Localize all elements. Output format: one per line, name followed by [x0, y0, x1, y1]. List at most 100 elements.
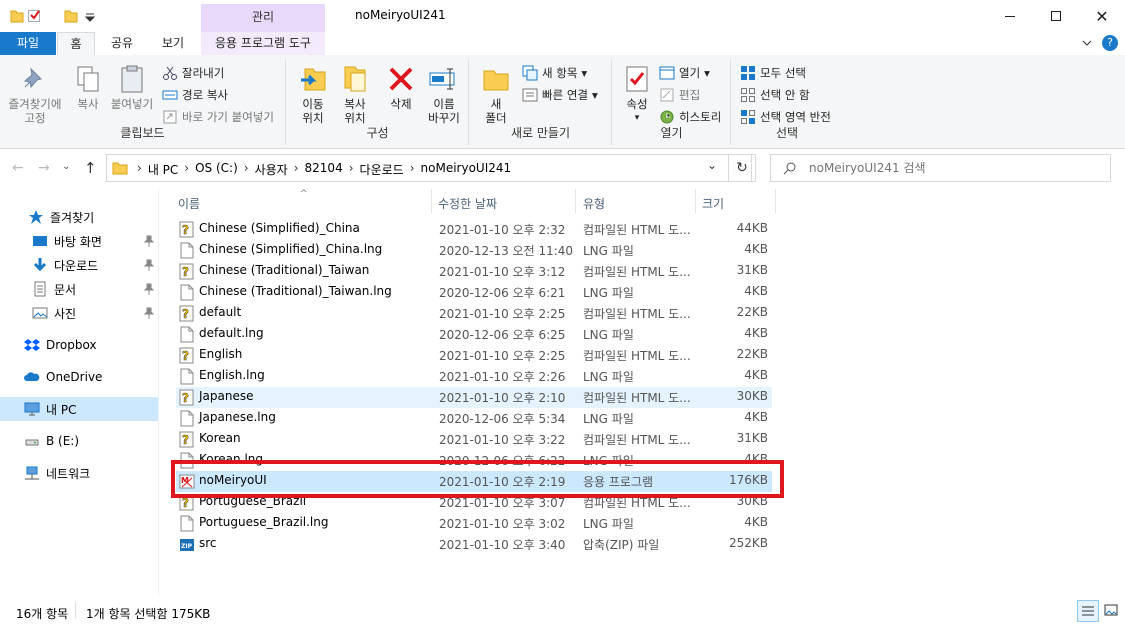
download-icon — [32, 257, 48, 273]
breadcrumb-users[interactable]: 사용자 — [255, 161, 288, 178]
open-icon — [659, 65, 675, 81]
minimize-button[interactable] — [987, 0, 1033, 32]
edit-button[interactable]: 편집 — [659, 85, 700, 105]
refresh-icon[interactable]: ↻ — [728, 154, 756, 182]
back-arrow-icon[interactable]: ← — [12, 160, 24, 176]
star-icon — [28, 209, 44, 225]
column-header-date[interactable]: 수정한 날짜 — [432, 189, 576, 213]
new-folder-button[interactable]: 새 폴더 — [478, 63, 514, 125]
file-name: Japanese.lng — [199, 410, 276, 424]
folder-icon[interactable] — [10, 8, 24, 24]
tab-file[interactable]: 파일 — [0, 32, 56, 56]
file-row[interactable]: Japanese.lng 2020-12-06 오후 5:34 LNG 파일 4KB — [176, 408, 772, 429]
file-type: LNG 파일 — [583, 244, 634, 258]
file-date: 2021-01-10 오후 2:25 — [439, 307, 566, 321]
file-row[interactable]: Chinese (Simplified)_China.lng 2020-12-13… — [176, 240, 772, 261]
breadcrumb-this-pc[interactable]: 내 PC — [148, 161, 178, 178]
file-row[interactable]: ? English 2021-01-10 오후 2:25 컴파일된 HTML 도...… — [176, 345, 772, 366]
select-none-button[interactable]: 선택 안 함 — [740, 85, 810, 105]
nav-drive-e[interactable]: B (E:) — [0, 429, 158, 453]
pin-icon — [143, 307, 155, 319]
open-group: 속성 ▾ 열기 ▾ 편집 히스토리 열기 — [613, 59, 731, 145]
copy-path-button[interactable]: 경로 복사 — [162, 85, 228, 105]
paste-shortcut-icon — [162, 109, 178, 125]
chevron-down-icon[interactable] — [1080, 36, 1094, 50]
file-row[interactable]: ? Japanese 2021-01-10 오후 2:10 컴파일된 HTML 도..… — [176, 387, 772, 408]
large-icons-view-button[interactable] — [1101, 601, 1121, 621]
customize-quick-access-icon[interactable] — [84, 11, 96, 27]
cloud-icon — [24, 369, 40, 385]
breadcrumb-os-c[interactable]: OS (C:) — [195, 161, 238, 178]
address-bar[interactable]: › 내 PC › OS (C:) › 사용자 › 82104 › 다운로드 › … — [106, 154, 752, 182]
help-icon[interactable]: ? — [1102, 35, 1118, 51]
nav-downloads[interactable]: 다운로드 — [0, 253, 158, 277]
details-view-button[interactable] — [1077, 600, 1099, 622]
file-row[interactable]: default.lng 2020-12-06 오후 6:25 LNG 파일 4KB — [176, 324, 772, 345]
tab-view[interactable]: 보기 — [150, 32, 196, 56]
properties-button[interactable]: 속성 ▾ — [617, 63, 657, 125]
file-size: 22KB — [736, 305, 768, 319]
breadcrumb-current[interactable]: noMeiryoUI241 — [421, 161, 512, 178]
nav-pictures[interactable]: 사진 — [0, 301, 158, 325]
file-row[interactable]: ? Chinese (Traditional)_Taiwan 2021-01-10 … — [176, 261, 772, 282]
file-row[interactable]: Chinese (Traditional)_Taiwan.lng 2020-12-… — [176, 282, 772, 303]
file-row[interactable]: English.lng 2021-01-10 오후 2:26 LNG 파일 4KB — [176, 366, 772, 387]
rename-label: 이름 바꾸기 — [428, 97, 460, 125]
tab-share[interactable]: 공유 — [100, 32, 144, 56]
nav-dropbox[interactable]: Dropbox — [0, 333, 158, 357]
search-box[interactable] — [770, 154, 1111, 182]
column-header-name[interactable]: 이름 — [170, 189, 432, 213]
easy-access-button[interactable]: 빠른 연결 ▾ — [522, 85, 598, 105]
nav-network-label: 네트워크 — [46, 466, 91, 481]
file-date: 2021-01-10 오후 2:32 — [439, 223, 566, 237]
details-view-icon — [1082, 606, 1094, 616]
rename-button[interactable]: 이름 바꾸기 — [423, 63, 465, 125]
maximize-button[interactable] — [1033, 0, 1079, 32]
copy-to-button[interactable]: 복사 위치 — [335, 63, 375, 125]
select-all-button[interactable]: 모두 선택 — [740, 63, 806, 83]
recent-locations-icon[interactable]: ⌄ — [62, 161, 70, 172]
file-date: 2021-01-10 오후 3:12 — [439, 265, 566, 279]
file-row[interactable]: ZIP src 2021-01-10 오후 3:40 압축(ZIP) 파일 252KB — [176, 534, 772, 555]
nav-onedrive[interactable]: OneDrive — [0, 365, 158, 389]
nav-downloads-label: 다운로드 — [54, 258, 99, 273]
breadcrumb-user[interactable]: 82104 — [305, 161, 343, 178]
nav-pictures-label: 사진 — [54, 306, 77, 321]
file-row[interactable]: Portuguese_Brazil.lng 2021-01-10 오후 3:02 L… — [176, 513, 772, 534]
close-button[interactable]: ✕ — [1079, 0, 1125, 32]
nav-desktop[interactable]: 바탕 화면 — [0, 229, 158, 253]
move-to-button[interactable]: 이동 위치 — [293, 63, 333, 125]
nav-network[interactable]: 네트워크 — [0, 461, 158, 485]
nav-quick-access[interactable]: 즐겨찾기 — [0, 205, 158, 229]
file-name: English.lng — [199, 368, 265, 382]
forward-arrow-icon[interactable]: → — [38, 160, 50, 176]
search-input[interactable] — [809, 159, 1099, 177]
file-row[interactable]: ? Korean 2021-01-10 오후 3:22 컴파일된 HTML 도... 3… — [176, 429, 772, 450]
tab-home[interactable]: 홈 — [57, 32, 95, 56]
pin-to-quick-access-button[interactable]: 즐겨찾기에 고정 — [4, 63, 66, 125]
pane-divider[interactable] — [158, 189, 159, 595]
column-header-type[interactable]: 유형 — [576, 189, 696, 213]
nav-dropbox-label: Dropbox — [46, 338, 97, 352]
properties-quick-icon[interactable] — [28, 10, 40, 22]
breadcrumb-downloads[interactable]: 다운로드 — [360, 161, 404, 178]
file-row[interactable]: ? default 2021-01-10 오후 2:25 컴파일된 HTML 도...… — [176, 303, 772, 324]
file-row[interactable]: ? Chinese (Simplified)_China 2021-01-10 오후… — [176, 219, 772, 240]
file-size: 4KB — [744, 326, 768, 340]
new-folder-quick-icon[interactable] — [64, 8, 78, 24]
delete-button[interactable]: 삭제 — [383, 63, 419, 111]
tab-application-tools[interactable]: 응용 프로그램 도구 — [201, 32, 325, 56]
open-button[interactable]: 열기 ▾ — [659, 63, 710, 83]
nav-drive-e-label: B (E:) — [46, 434, 80, 448]
copy-button[interactable]: 복사 — [70, 63, 106, 111]
nav-documents[interactable]: 문서 — [0, 277, 158, 301]
address-dropdown-icon[interactable]: ⌄ — [707, 158, 717, 172]
new-item-button[interactable]: 새 항목 ▾ — [522, 63, 587, 83]
column-header-size[interactable]: 크기 — [696, 189, 776, 213]
cut-button[interactable]: 잘라내기 — [162, 63, 224, 83]
open-label: 열기 — [679, 66, 701, 80]
breadcrumb-separator-icon: › — [243, 161, 249, 175]
nav-this-pc[interactable]: 내 PC — [0, 397, 158, 421]
paste-button[interactable]: 붙여넣기 — [108, 63, 156, 111]
up-arrow-icon[interactable]: ↑ — [84, 159, 97, 177]
